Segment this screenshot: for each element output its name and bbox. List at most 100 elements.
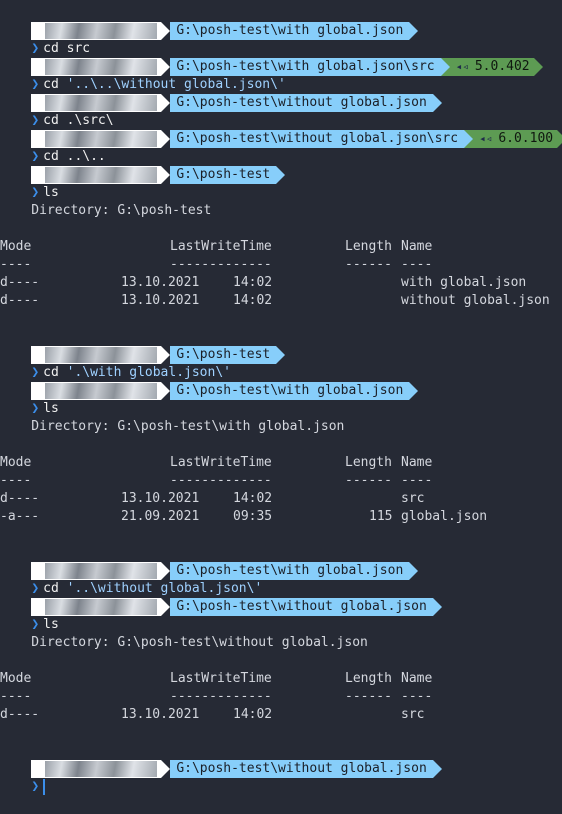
divider-length: ------ [345,257,392,272]
path-segment: G:\posh-test\without global.json [170,760,433,778]
listing-divider: ---- ------------- ------ ---- [0,472,562,490]
directory-heading: Directory: G:\posh-test\without global.j… [0,635,368,650]
command-text: ls [43,401,59,416]
header-mode: Mode [0,671,32,686]
row-time: 14:02 [233,707,273,722]
table-row: d---- 13.10.2021 14:02 without global.js… [0,292,562,310]
command-text: ls [43,617,59,632]
dotnet-icon: ◂◃ [479,132,493,145]
prompt-chevron-icon: ❯ [31,617,40,632]
segment-end-icon [409,562,419,580]
listing-header: Mode LastWriteTime Length Name [0,238,562,256]
row-mode: d---- [0,491,40,506]
user-segment [31,760,162,778]
segment-end-icon [409,22,419,40]
segment-end-icon [557,130,562,148]
row-mode: d---- [0,275,40,290]
prompt-chevron-icon: ❯ [31,185,40,200]
row-date: 13.10.2021 [121,491,200,506]
prompt: G:\posh-test\with global.json [0,364,419,400]
prompt: G:\posh-test\without global.json [0,580,442,616]
divider-lastwritetime: ------------- [170,689,272,704]
listing-divider: ---- ------------- ------ ---- [0,256,562,274]
command-line: ❯ ls [0,382,58,416]
prompt: G:\posh-test\with global.json [0,4,419,40]
path-segment: G:\posh-test [170,166,277,184]
command-line: ❯ cd '..\without global.json\' [0,562,262,596]
header-lastwritetime: LastWriteTime [170,239,272,254]
divider-lastwritetime: ------------- [170,257,272,272]
segment-end-icon [432,598,442,616]
prompt: G:\posh-test\without global.json [0,76,442,112]
segment-separator-icon [440,58,450,76]
segment-end-icon [409,382,419,400]
listing-header: Mode LastWriteTime Length Name [0,670,562,688]
segment-end-icon [276,166,286,184]
directory-heading: Directory: G:\posh-test\with global.json [0,419,345,434]
row-mode: -a--- [0,509,40,524]
prompt: G:\posh-test [0,328,286,364]
row-name: global.json [401,509,488,524]
segment-separator-icon [161,382,171,400]
row-time: 14:02 [233,293,273,308]
path-segment: G:\posh-test\without global.json\src [170,130,465,148]
segment-separator-icon [161,130,171,148]
row-date: 13.10.2021 [121,275,200,290]
command-line: ❯ cd '.\with global.json\' [0,346,231,380]
row-mode: d---- [0,707,40,722]
segment-end-icon [276,346,286,364]
divider-name: ---- [401,689,433,704]
row-time: 09:35 [233,509,273,524]
prompt: G:\posh-test\without global.json [0,742,442,778]
row-date: 13.10.2021 [121,293,200,308]
redacted-username [45,761,158,777]
row-time: 14:02 [233,491,273,506]
command-input-line[interactable]: ❯ [0,760,46,795]
command-line: ❯ cd .\src\ [0,94,113,128]
header-lastwritetime: LastWriteTime [170,671,272,686]
divider-mode: ---- [0,689,32,704]
header-mode: Mode [0,455,32,470]
segment-separator-icon [464,130,474,148]
table-row: d---- 13.10.2021 14:02 with global.json [0,274,562,292]
path-segment: G:\posh-test\with global.json [170,382,410,400]
table-row: d---- 13.10.2021 14:02 src [0,490,562,508]
command-text: ls [43,185,59,200]
dotnet-icon: ◂◃ [455,60,469,73]
table-row: -a--- 21.09.2021 09:35 115 global.json [0,508,562,526]
divider-length: ------ [345,689,392,704]
divider-name: ---- [401,257,433,272]
header-length: Length [345,455,392,470]
divider-lastwritetime: ------------- [170,473,272,488]
terminal[interactable]: G:\posh-test\with global.json ❯ cd src G:… [0,0,562,795]
row-time: 14:02 [233,275,273,290]
command-line: ❯ cd ..\.. [0,130,105,164]
row-date: 13.10.2021 [121,707,200,722]
header-mode: Mode [0,239,32,254]
prompt: G:\posh-test\with global.json\src ◂◃ 5.0.4… [0,40,543,76]
dotnet-version: 5.0.402 [474,59,530,74]
header-length: Length [345,239,392,254]
header-name: Name [401,239,433,254]
redacted-username [45,383,158,399]
prompt-chevron-icon: ❯ [31,401,40,416]
redacted-username [45,599,158,615]
segment-separator-icon [161,94,171,112]
row-name: src [401,491,425,506]
command-line: ❯ ls [0,166,58,200]
divider-mode: ---- [0,473,32,488]
row-mode: d---- [0,293,40,308]
segment-end-icon [432,94,442,112]
segment-separator-icon [161,22,171,40]
listing-header: Mode LastWriteTime Length Name [0,454,562,472]
segment-separator-icon [161,760,171,778]
command-line: ❯ cd '..\..\without global.json\' [0,58,285,92]
divider-length: ------ [345,473,392,488]
header-name: Name [401,455,433,470]
segment-end-icon [432,760,442,778]
segment-separator-icon [161,598,171,616]
segment-end-icon [533,58,543,76]
row-length: 115 [369,509,393,524]
directory-heading: Directory: G:\posh-test [0,203,212,218]
text-cursor[interactable] [43,779,46,795]
